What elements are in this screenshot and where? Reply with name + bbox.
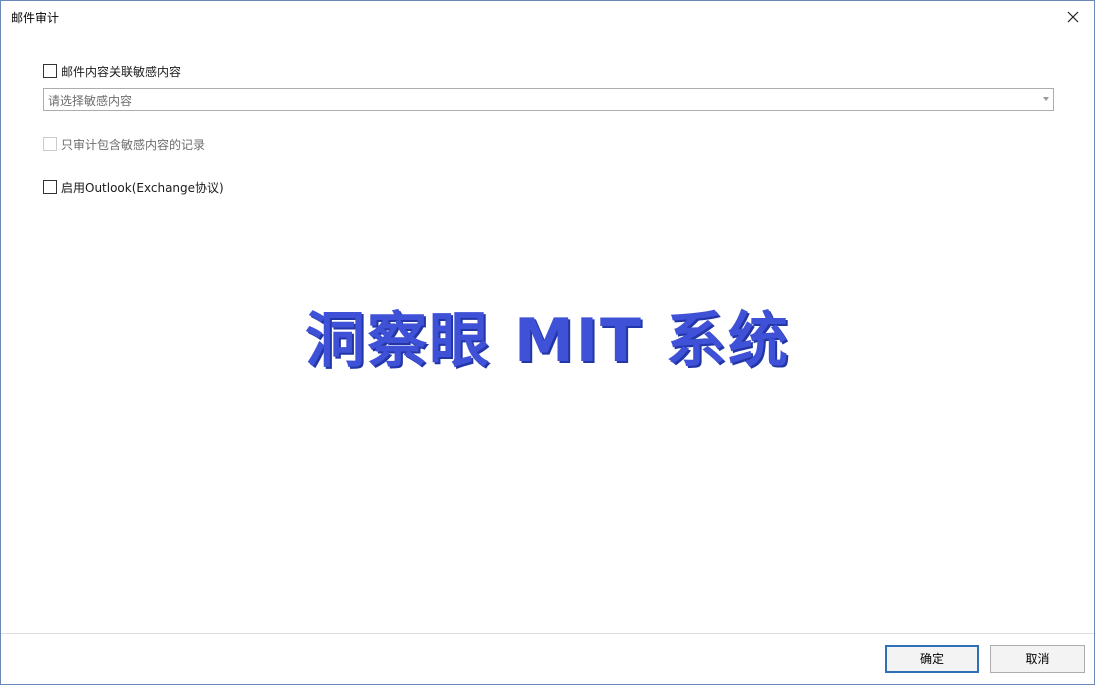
- chevron-down-icon: [1043, 97, 1049, 101]
- only-sensitive-checkbox: [43, 137, 57, 151]
- outlook-label[interactable]: 启用Outlook(Exchange协议): [61, 179, 224, 196]
- mail-audit-dialog: 邮件审计 邮件内容关联敏感内容 请选择敏感内容 只审计包含敏感内容的记录 启用O…: [0, 0, 1095, 685]
- sensitive-content-select[interactable]: 请选择敏感内容: [43, 88, 1054, 111]
- outlook-checkbox[interactable]: [43, 180, 57, 194]
- title-bar: 邮件审计: [1, 1, 1094, 33]
- dialog-title: 邮件审计: [11, 11, 60, 25]
- link-sensitive-option[interactable]: 邮件内容关联敏感内容: [43, 63, 181, 79]
- outlook-option[interactable]: 启用Outlook(Exchange协议): [43, 179, 224, 195]
- only-sensitive-option: 只审计包含敏感内容的记录: [43, 136, 205, 152]
- sensitive-content-placeholder: 请选择敏感内容: [48, 94, 133, 108]
- watermark-text: 洞察眼 MIT 系统: [305, 306, 790, 376]
- link-sensitive-label[interactable]: 邮件内容关联敏感内容: [61, 63, 181, 80]
- cancel-button[interactable]: 取消: [990, 645, 1085, 673]
- close-button[interactable]: [1062, 7, 1084, 27]
- close-icon: [1067, 11, 1079, 23]
- ok-button[interactable]: 确定: [885, 645, 979, 673]
- footer-divider: [1, 633, 1094, 634]
- link-sensitive-checkbox[interactable]: [43, 64, 57, 78]
- only-sensitive-label: 只审计包含敏感内容的记录: [61, 137, 206, 152]
